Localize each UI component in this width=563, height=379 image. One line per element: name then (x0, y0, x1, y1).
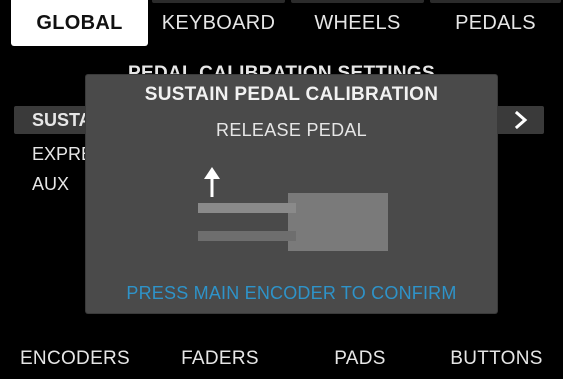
tab-wheels[interactable]: WHEELS (289, 0, 426, 46)
tab-faders[interactable]: FADERS (150, 338, 290, 379)
tab-pedals[interactable]: PEDALS (428, 0, 563, 46)
tab-global[interactable]: GLOBAL (11, 0, 148, 46)
chevron-right-icon[interactable] (512, 111, 530, 129)
dialog-title: SUSTAIN PEDAL CALIBRATION (144, 84, 439, 105)
device-screen: GLOBAL KEYBOARD WHEELS PEDALS PEDAL CALI… (0, 0, 563, 379)
bottom-tab-bar: ENCODERS FADERS PADS BUTTONS (0, 338, 563, 379)
top-tab-bar: GLOBAL KEYBOARD WHEELS PEDALS (0, 0, 563, 46)
list-item-label: AUX (32, 173, 70, 194)
dialog-confirm-hint: PRESS MAIN ENCODER TO CONFIRM (126, 283, 457, 303)
tab-encoders[interactable]: ENCODERS (0, 338, 150, 379)
tab-keyboard[interactable]: KEYBOARD (150, 0, 287, 46)
calibration-dialog: SUSTAIN PEDAL CALIBRATION RELEASE PEDAL … (86, 75, 497, 313)
dialog-instruction: RELEASE PEDAL (216, 120, 367, 140)
tab-buttons[interactable]: BUTTONS (430, 338, 563, 379)
tab-pads[interactable]: PADS (290, 338, 430, 379)
pedal-release-icon (198, 167, 388, 251)
